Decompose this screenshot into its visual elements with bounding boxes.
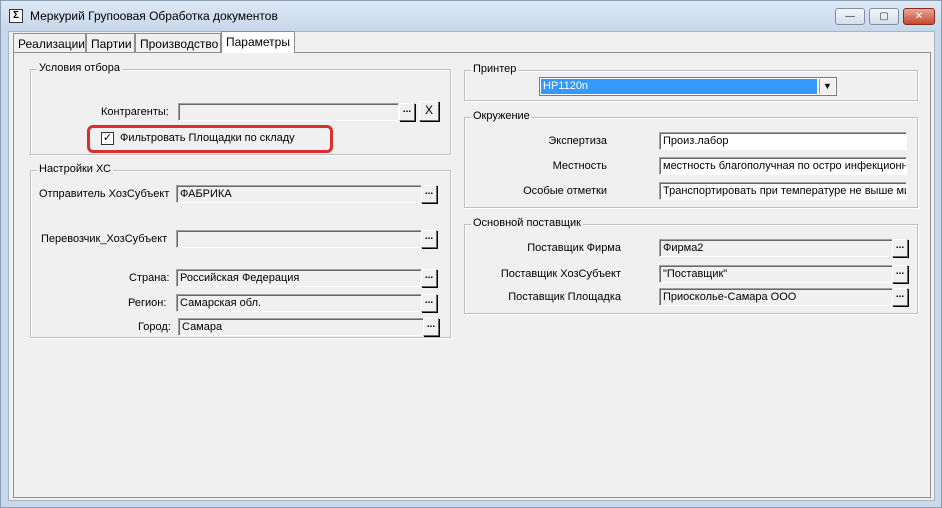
printer-select[interactable]: HP1120n ▼ [539,77,837,96]
sender-label: Отправитель ХозСубъект [39,188,170,200]
selection-conditions-group: Условия отбора Контрагенты: ... X ✓ Филь… [30,62,451,155]
counterparties-clear-button[interactable]: X [419,101,439,121]
minimize-button[interactable]: — [835,8,865,25]
client-area: Реализации Партии Производство Параметры… [8,31,935,501]
printer-selected-value: HP1120n [541,79,817,94]
printer-group: Принтер HP1120n ▼ [464,63,918,101]
hs-settings-group: Настройки ХС Отправитель ХозСубъект ФАБР… [30,163,451,338]
expertise-field[interactable]: Произ.лабор [659,132,907,150]
title-bar[interactable]: Σ Меркурий Групоовая Обработка документо… [1,1,941,31]
locality-label: Местность [552,160,607,172]
main-supplier-title: Основной поставщик [471,217,583,229]
supplier-site-select-button[interactable]: ... [892,288,908,306]
notes-field[interactable]: Транспортировать при температуре не выше… [659,182,907,200]
region-select-button[interactable]: ... [421,294,437,312]
counterparties-select-button[interactable]: ... [399,103,415,121]
supplier-firm-field[interactable]: Фирма2 [659,239,893,257]
selection-conditions-title: Условия отбора [37,62,122,74]
sender-field[interactable]: ФАБРИКА [176,185,422,203]
close-button[interactable]: ✕ [903,8,935,25]
supplier-firm-select-button[interactable]: ... [892,239,908,257]
parameters-panel: Условия отбора Контрагенты: ... X ✓ Филь… [13,52,931,498]
supplier-site-label: Поставщик Площадка [508,291,621,303]
notes-label: Особые отметки [523,185,607,197]
hs-settings-title: Настройки ХС [37,163,113,175]
maximize-button[interactable]: ▢ [869,8,899,25]
chevron-down-icon[interactable]: ▼ [819,79,835,94]
counterparties-field[interactable] [178,103,399,121]
app-icon[interactable]: Σ [9,9,23,23]
tab-parameters[interactable]: Параметры [221,31,295,53]
supplier-entity-field[interactable]: "Поставщик" [659,265,893,283]
region-field[interactable]: Самарская обл. [176,294,422,312]
city-field[interactable]: Самара [178,318,424,336]
environment-title: Окружение [471,110,532,122]
main-supplier-group: Основной поставщик Поставщик Фирма Фирма… [464,217,918,314]
window-title: Меркурий Групоовая Обработка документов [30,9,278,23]
expertise-label: Экспертиза [548,135,607,147]
filter-sites-checkbox[interactable]: ✓ [101,132,114,145]
supplier-site-field[interactable]: Приосколье-Самара ООО [659,288,893,306]
supplier-entity-select-button[interactable]: ... [892,265,908,283]
country-field[interactable]: Российская Федерация [176,269,422,287]
sender-select-button[interactable]: ... [421,185,437,203]
locality-field[interactable]: местность благополучная по остро инфекци… [659,157,907,175]
city-select-button[interactable]: ... [423,318,439,336]
counterparties-label: Контрагенты: [101,106,169,118]
environment-group: Окружение Экспертиза Произ.лабор Местнос… [464,110,918,208]
carrier-field[interactable] [176,230,422,248]
carrier-label: Перевозчик_ХозСубъект [41,233,168,245]
city-label: Город: [138,321,171,333]
tab-realizations[interactable]: Реализации [13,33,86,53]
app-window: Σ Меркурий Групоовая Обработка документо… [0,0,942,508]
supplier-entity-label: Поставщик ХозСубъект [500,268,621,280]
region-label: Регион: [128,297,167,309]
printer-title: Принтер [471,63,519,75]
supplier-firm-label: Поставщик Фирма [527,242,621,254]
tab-production[interactable]: Производство [135,33,221,53]
tab-batches[interactable]: Партии [86,33,135,53]
carrier-select-button[interactable]: ... [421,230,437,248]
filter-sites-label[interactable]: Фильтровать Площадки по складу [120,132,295,144]
country-select-button[interactable]: ... [421,269,437,287]
country-label: Страна: [129,272,170,284]
